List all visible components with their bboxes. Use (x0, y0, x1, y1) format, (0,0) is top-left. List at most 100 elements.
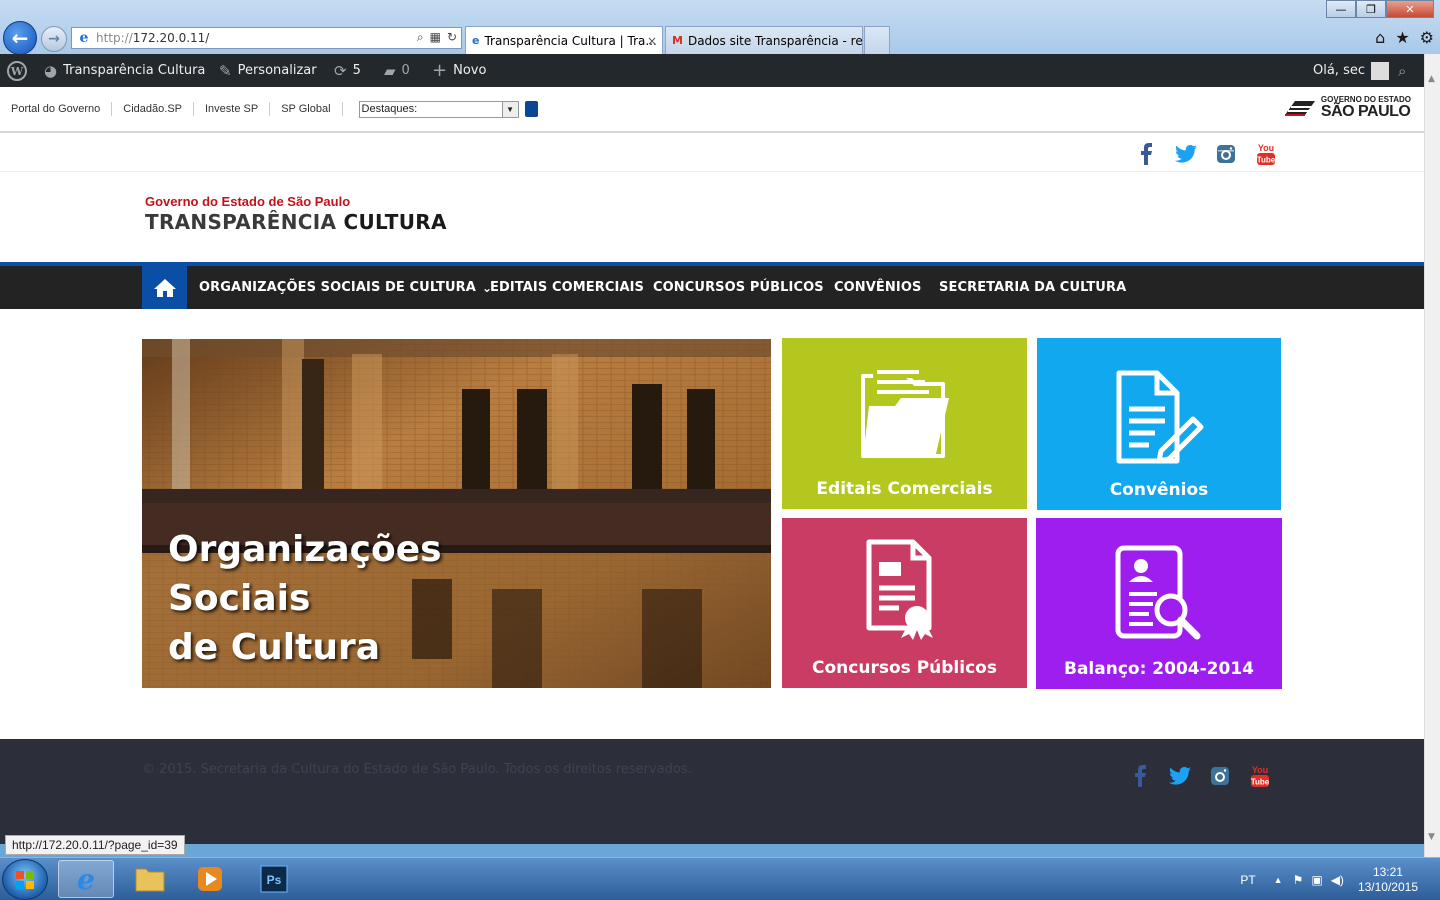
page-viewport: Portal do Governo Cidadão.SP Investe SP … (0, 87, 1424, 844)
wp-site-link[interactable]: ◕ Transparência Cultura (44, 54, 205, 87)
wp-comments-link[interactable]: ▰ 0 (384, 54, 410, 87)
windows-logo-icon (16, 871, 34, 889)
nav-concursos[interactable]: CONCURSOS PÚBLICOS (653, 266, 824, 309)
updates-icon: ⟳ (334, 61, 347, 80)
new-label: Novo (453, 63, 487, 78)
destaques-select[interactable]: Destaques: ▼ (358, 100, 519, 118)
brush-icon: ✎ (219, 61, 232, 80)
clock[interactable]: 13:21 13/10/2015 (1344, 865, 1440, 895)
taskbar-ie[interactable]: e (58, 860, 114, 898)
hero-organizacoes[interactable]: Organizações Sociais de Cultura (142, 339, 771, 688)
site-brand[interactable]: Governo do Estado de São Paulo TRANSPARÊ… (145, 194, 447, 234)
tray-expand-icon[interactable]: ▲ (1274, 875, 1283, 885)
compat-view-icon[interactable]: ▦ (430, 30, 441, 45)
facebook-icon[interactable] (1134, 142, 1158, 166)
tile-convenios[interactable]: Convênios (1037, 338, 1281, 510)
taskbar-explorer[interactable] (122, 860, 178, 898)
youtube-icon[interactable]: You Tube (1248, 764, 1272, 788)
nav-label: EDITAIS COMERCIAIS (490, 280, 645, 295)
gov-link-investe[interactable]: Investe SP (194, 102, 271, 116)
ie-icon: e (77, 862, 95, 896)
tile-label: Concursos Públicos (812, 658, 997, 678)
folder-icon (135, 868, 165, 892)
twitter-icon[interactable] (1174, 142, 1198, 166)
brand-subtitle: Governo do Estado de São Paulo (145, 194, 351, 209)
nav-organizacoes[interactable]: ORGANIZAÇÕES SOCIAIS DE CULTURA ⌄ (199, 266, 492, 309)
destaques-go-button[interactable] (524, 101, 538, 117)
volume-icon[interactable]: ◀) (1331, 873, 1344, 887)
wp-search-icon[interactable]: ⌕ (1398, 54, 1406, 87)
customize-label: Personalizar (237, 63, 317, 78)
maximize-button[interactable]: ❐ (1356, 0, 1386, 18)
gear-icon[interactable]: ⚙ (1420, 28, 1434, 47)
language-indicator[interactable]: PT (1240, 873, 1255, 887)
nav-label: CONVÊNIOS (834, 280, 922, 295)
svg-text:You: You (1252, 765, 1268, 775)
address-bar[interactable]: e http://172.20.0.11/ ⌕ ▦ ↻ (71, 27, 462, 49)
minimize-button[interactable]: — (1326, 0, 1356, 18)
refresh-icon[interactable]: ↻ (447, 30, 457, 45)
facebook-icon[interactable] (1128, 764, 1152, 788)
windows-taskbar: e Ps PT ▲ ⚑ ▣ ◀) 13:21 13/10/2015 (0, 857, 1440, 900)
network-icon[interactable]: ▣ (1311, 873, 1322, 887)
taskbar-photoshop[interactable]: Ps (246, 860, 302, 898)
media-player-icon (198, 867, 222, 891)
tile-editais[interactable]: Editais Comerciais (782, 338, 1027, 509)
brand-title: TRANSPARÊNCIA CULTURA (145, 210, 447, 234)
scroll-up-icon[interactable]: ▲ (1428, 74, 1435, 84)
nav-convenios[interactable]: CONVÊNIOS (834, 266, 921, 309)
svg-text:Tube: Tube (1251, 778, 1270, 787)
tile-concursos[interactable]: Concursos Públicos (782, 518, 1027, 688)
taskbar-media-player[interactable] (182, 860, 238, 898)
updates-count: 5 (352, 63, 361, 78)
tile-balanco[interactable]: Balanço: 2004-2014 (1036, 518, 1282, 689)
main-nav: ORGANIZAÇÕES SOCIAIS DE CULTURA ⌄ EDITAI… (0, 262, 1424, 309)
tab-transparencia[interactable]: e Transparência Cultura | Tra... × (465, 26, 663, 54)
forward-button[interactable]: → (41, 26, 67, 52)
nav-label: SECRETARIA DA CULTURA (939, 280, 1127, 295)
wordpress-logo-icon[interactable]: W (7, 54, 27, 87)
sp-government-logo[interactable]: GOVERNO DO ESTADO SÃO PAULO (1283, 95, 1411, 120)
wp-account-link[interactable]: Olá, sec (1313, 54, 1389, 87)
folder-icon (860, 370, 949, 458)
comment-icon: ▰ (384, 61, 396, 80)
svg-text:Ps: Ps (267, 873, 282, 887)
svg-text:Tube: Tube (1257, 156, 1276, 165)
close-tab-icon[interactable]: × (647, 34, 657, 48)
start-button[interactable] (2, 859, 48, 900)
home-icon[interactable]: ⌂ (1375, 28, 1385, 47)
tab-gmail[interactable]: M Dados site Transparência - ren... (665, 26, 863, 54)
twitter-icon[interactable] (1168, 764, 1192, 788)
favorites-star-icon[interactable]: ★ (1395, 28, 1409, 47)
search-icon[interactable]: ⌕ (417, 30, 424, 45)
certificate-icon (866, 539, 933, 640)
instagram-icon[interactable] (1214, 142, 1238, 166)
gov-link-portal[interactable]: Portal do Governo (0, 102, 113, 116)
action-center-icon[interactable]: ⚑ (1293, 873, 1304, 887)
nav-label: ORGANIZAÇÕES SOCIAIS DE CULTURA (199, 280, 476, 295)
scroll-down-icon[interactable]: ▼ (1428, 832, 1435, 842)
browser-chrome: ← → e http://172.20.0.11/ ⌕ ▦ ↻ e Transp… (0, 0, 1440, 55)
status-bar-url: http://172.20.0.11/?page_id=39 (5, 835, 185, 855)
wp-updates-link[interactable]: ⟳ 5 (334, 54, 361, 87)
wp-customize-link[interactable]: ✎ Personalizar (219, 54, 317, 87)
page-scrollbar[interactable]: ▲ ▼ (1424, 54, 1440, 857)
gov-link-cidadao[interactable]: Cidadão.SP (112, 102, 194, 116)
wp-admin-bar: W ◕ Transparência Cultura ✎ Personalizar… (0, 54, 1440, 87)
wp-new-link[interactable]: + Novo (432, 54, 486, 87)
svg-text:W: W (10, 65, 24, 78)
new-tab-button[interactable] (864, 26, 890, 54)
nav-editais[interactable]: EDITAIS COMERCIAIS (490, 266, 644, 309)
profile-search-icon (1115, 545, 1201, 640)
greeting: Olá, sec (1313, 63, 1365, 78)
gov-link-spglobal[interactable]: SP Global (270, 102, 343, 116)
back-button[interactable]: ← (3, 21, 37, 55)
nav-label: CONCURSOS PÚBLICOS (653, 280, 824, 295)
close-window-button[interactable]: ✕ (1386, 0, 1434, 18)
nav-home-button[interactable] (142, 266, 187, 309)
youtube-icon[interactable]: You Tube (1254, 142, 1278, 166)
nav-secretaria[interactable]: SECRETARIA DA CULTURA (939, 266, 1126, 309)
instagram-icon[interactable] (1208, 764, 1232, 788)
tab-label: Dados site Transparência - ren... (687, 33, 863, 48)
clock-time: 13:21 (1372, 864, 1403, 879)
